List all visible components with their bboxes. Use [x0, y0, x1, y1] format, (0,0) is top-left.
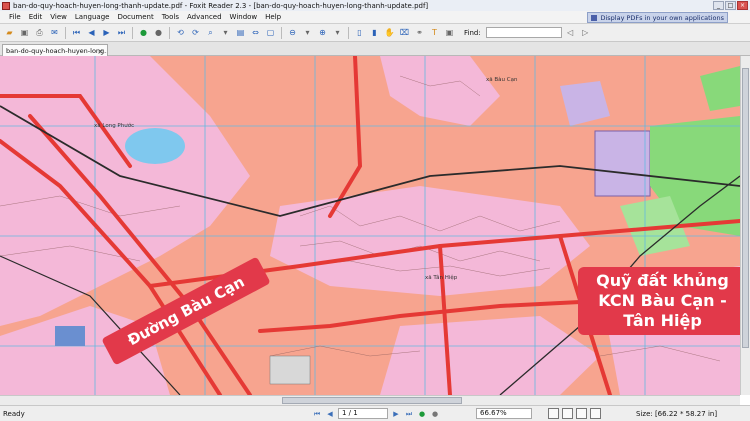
- email-icon[interactable]: ✉: [48, 26, 61, 39]
- close-button[interactable]: ×: [737, 1, 748, 10]
- status-ready: Ready: [3, 410, 25, 418]
- find-previous-icon[interactable]: ◁: [564, 26, 577, 39]
- document-tab-label: ban-do-quy-hoach-huyen-long...: [6, 46, 108, 55]
- promo-link[interactable]: Display PDFs in your own applications: [587, 12, 728, 23]
- menu-window[interactable]: Window: [226, 13, 262, 21]
- minimize-button[interactable]: _: [713, 1, 724, 10]
- go-back-icon[interactable]: ●: [417, 409, 427, 419]
- callout-line-1: Quỹ đất khủng: [596, 271, 729, 290]
- menu-tools[interactable]: Tools: [158, 13, 183, 21]
- callout-line-3: Tân Hiệp: [623, 311, 702, 330]
- zoom-level-select[interactable]: 66.67%: [476, 408, 532, 419]
- callout-line-2: KCN Bàu Cạn -: [598, 291, 727, 310]
- foxit-app-icon: [2, 1, 10, 10]
- zoom-out-icon[interactable]: ⊖: [286, 26, 299, 39]
- status-bar: Ready ⏮ ◀ 1 / 1 ▶ ⏭ ● ● 66.67% Size: [66…: [0, 405, 750, 421]
- menu-file[interactable]: File: [5, 13, 25, 21]
- window-title: ban-do-quy-hoach-huyen-long-thanh-update…: [13, 1, 429, 10]
- open-folder-icon[interactable]: ▰: [3, 26, 16, 39]
- actual-size-icon[interactable]: ▢: [264, 26, 277, 39]
- horizontal-scroll-thumb[interactable]: [282, 397, 462, 404]
- last-page-icon[interactable]: ⏭: [115, 26, 128, 39]
- map-label-bau-can: xã Bàu Cạn: [486, 77, 518, 83]
- binoculars-icon[interactable]: ⚭: [413, 26, 426, 39]
- next-page-icon[interactable]: ▶: [100, 26, 113, 39]
- rotate-right-icon[interactable]: ⟳: [189, 26, 202, 39]
- find-input[interactable]: [485, 27, 562, 38]
- document-view[interactable]: xã Bàu Cạn xã Long Phước xã Tân Hiệp Đườ…: [0, 56, 740, 395]
- continuous-view-icon[interactable]: [562, 408, 573, 419]
- select-text-icon[interactable]: ⌧: [398, 26, 411, 39]
- zoom-in-icon[interactable]: ⊕: [316, 26, 329, 39]
- go-back-icon[interactable]: ●: [137, 26, 150, 39]
- previous-page-icon[interactable]: ◀: [85, 26, 98, 39]
- document-tab[interactable]: ban-do-quy-hoach-huyen-long... ×: [2, 44, 108, 56]
- print-icon[interactable]: ⎙: [33, 26, 46, 39]
- fit-width-icon[interactable]: ⇔: [249, 26, 262, 39]
- menu-edit[interactable]: Edit: [25, 13, 47, 21]
- window-controls: _ □ ×: [713, 1, 748, 10]
- toolbar-divider: [348, 26, 349, 39]
- continuous-icon[interactable]: ▮: [368, 26, 381, 39]
- continuous-facing-view-icon[interactable]: [590, 408, 601, 419]
- first-page-icon[interactable]: ⏮: [312, 409, 322, 419]
- find-next-icon[interactable]: ▷: [579, 26, 592, 39]
- next-page-icon[interactable]: ▶: [391, 409, 401, 419]
- menu-advanced[interactable]: Advanced: [183, 13, 226, 21]
- toolbar-divider: [169, 26, 170, 39]
- find-label: Find:: [464, 28, 481, 37]
- fit-page-icon[interactable]: ▤: [234, 26, 247, 39]
- vertical-scrollbar[interactable]: [740, 56, 750, 395]
- menu-bar: File Edit View Language Document Tools A…: [0, 11, 750, 24]
- promo-label: Display PDFs in your own applications: [600, 13, 724, 22]
- page-number-input[interactable]: 1 / 1: [338, 408, 388, 419]
- page-layout-buttons: [548, 408, 601, 419]
- vertical-scroll-thumb[interactable]: [742, 68, 749, 348]
- go-forward-icon[interactable]: ●: [152, 26, 165, 39]
- first-page-icon[interactable]: ⏮: [70, 26, 83, 39]
- go-forward-icon[interactable]: ●: [430, 409, 440, 419]
- promo-icon: [591, 14, 598, 21]
- horizontal-scrollbar[interactable]: [0, 395, 740, 405]
- map-label-long-phuoc: xã Long Phước: [94, 123, 135, 129]
- document-tab-bar: ban-do-quy-hoach-huyen-long... ×: [0, 42, 750, 56]
- last-page-icon[interactable]: ⏭: [404, 409, 414, 419]
- menu-view[interactable]: View: [46, 13, 71, 21]
- rotate-left-icon[interactable]: ⟲: [174, 26, 187, 39]
- menu-language[interactable]: Language: [71, 13, 114, 21]
- tab-close-icon[interactable]: ×: [97, 47, 104, 56]
- maximize-button[interactable]: □: [725, 1, 736, 10]
- menu-help[interactable]: Help: [261, 13, 285, 21]
- previous-page-icon[interactable]: ◀: [325, 409, 335, 419]
- map-label-tan-hiep: xã Tân Hiệp: [425, 275, 458, 281]
- typewriter-icon[interactable]: T: [428, 26, 441, 39]
- zoom-icon[interactable]: ⌕: [204, 26, 217, 39]
- menu-document[interactable]: Document: [113, 13, 157, 21]
- single-page-view-icon[interactable]: [548, 408, 559, 419]
- toolbar-divider: [132, 26, 133, 39]
- save-icon[interactable]: ▣: [18, 26, 31, 39]
- main-toolbar: ▰ ▣ ⎙ ✉ ⏮ ◀ ▶ ⏭ ● ● ⟲ ⟳ ⌕ ▾ ▤ ⇔ ▢ ⊖ ▾ ⊕ …: [0, 24, 750, 42]
- title-bar: ban-do-quy-hoach-huyen-long-thanh-update…: [0, 0, 750, 11]
- industrial-land-callout: Quỹ đất khủng KCN Bàu Cạn - Tân Hiệp: [578, 267, 740, 335]
- zoom-dropdown-icon[interactable]: ▾: [219, 26, 232, 39]
- page-size-readout: Size: [66.22 * 58.27 in]: [636, 410, 718, 418]
- toolbar-divider: [65, 26, 66, 39]
- hand-tool-icon[interactable]: ✋: [383, 26, 396, 39]
- page-navigation: ⏮ ◀ 1 / 1 ▶ ⏭ ● ●: [312, 408, 440, 419]
- zoom-out-dropdown-icon[interactable]: ▾: [301, 26, 314, 39]
- toolbar-divider: [281, 26, 282, 39]
- facing-view-icon[interactable]: [576, 408, 587, 419]
- snapshot-icon[interactable]: ▣: [443, 26, 456, 39]
- single-page-icon[interactable]: ▯: [353, 26, 366, 39]
- zoom-in-dropdown-icon[interactable]: ▾: [331, 26, 344, 39]
